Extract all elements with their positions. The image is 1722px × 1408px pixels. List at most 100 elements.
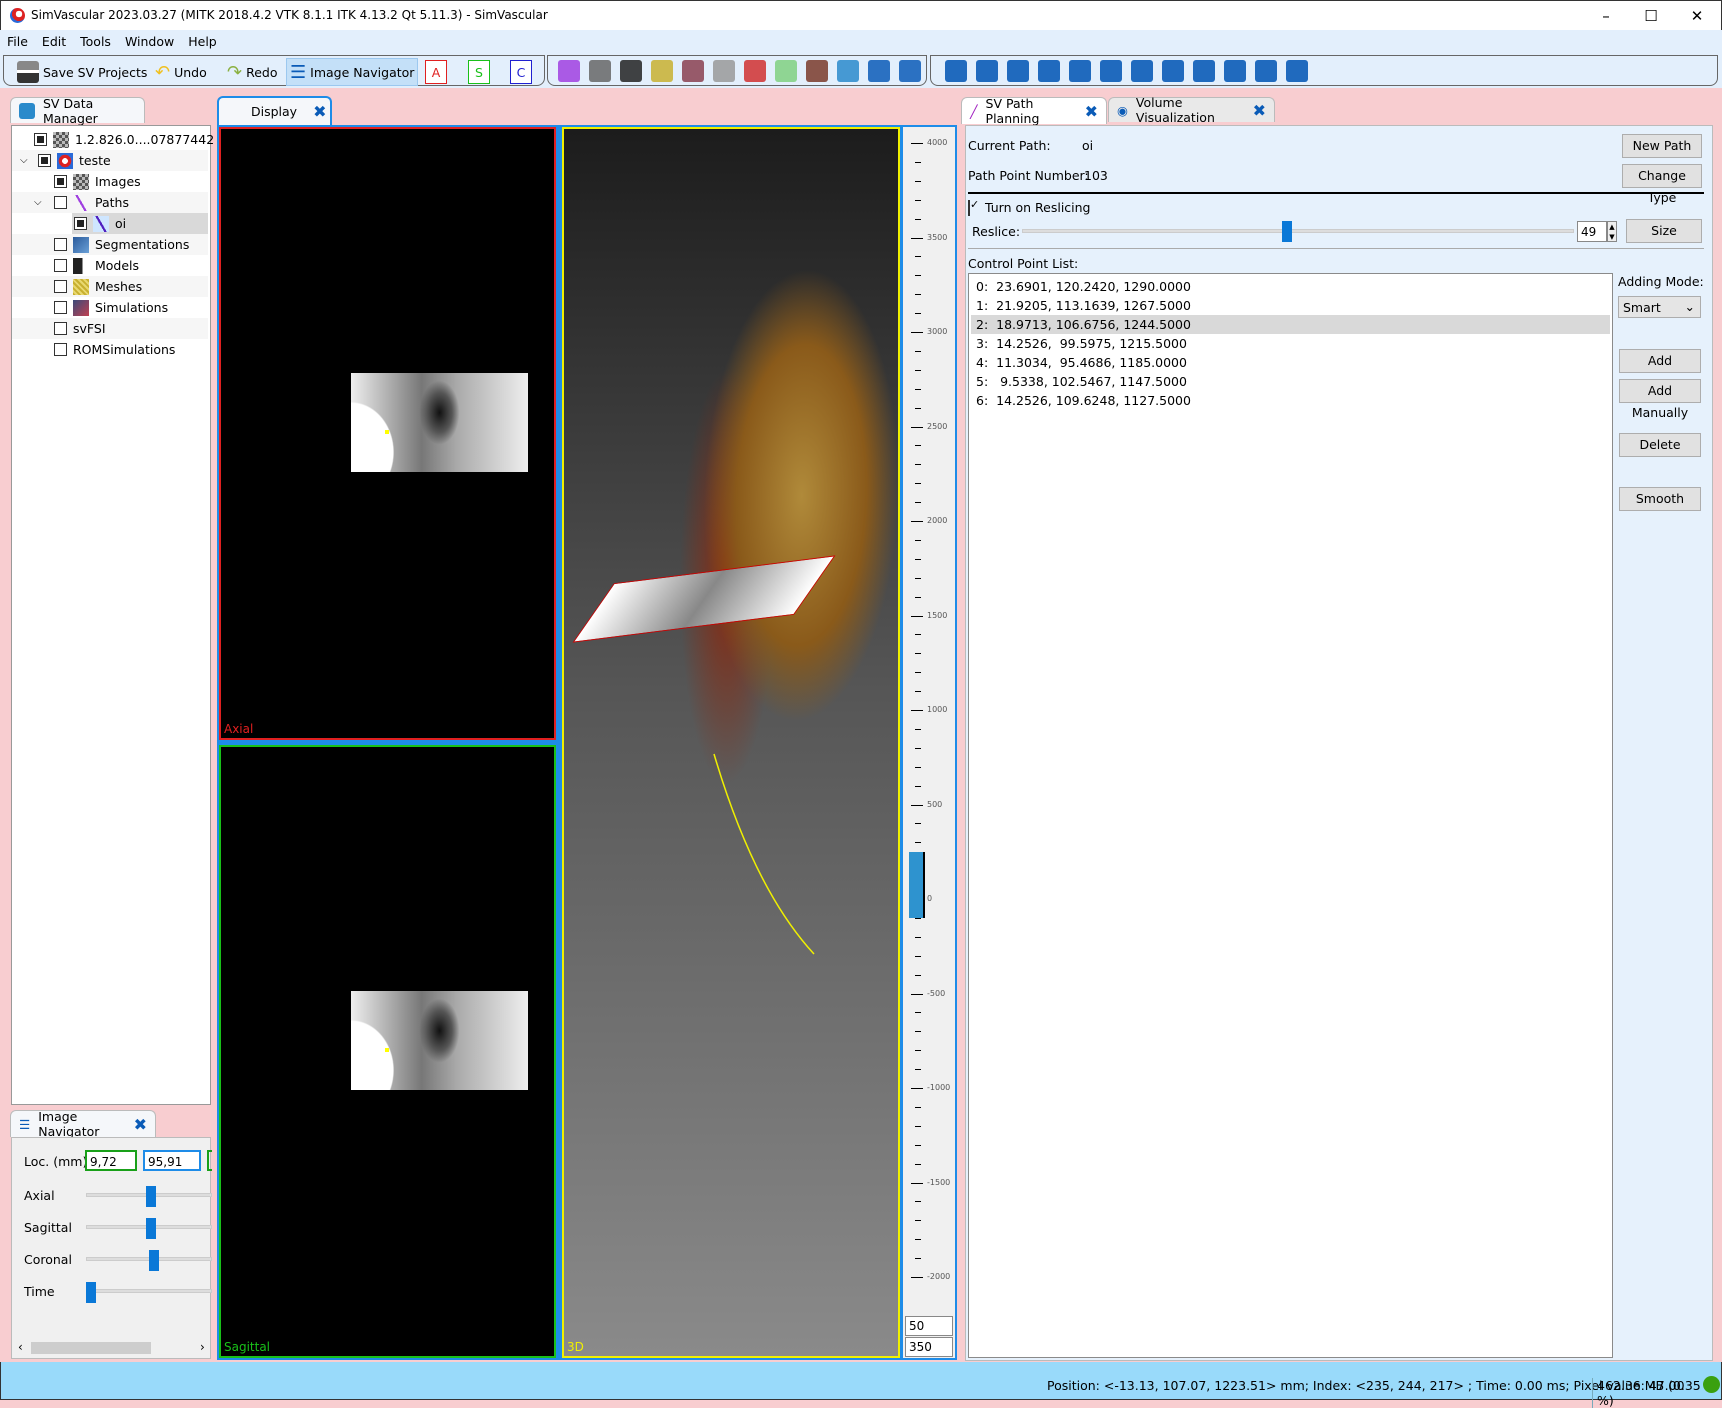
tab-sv-path-planning[interactable]: ╱ SV Path Planning ✖ (961, 96, 1107, 126)
tab-image-navigator[interactable]: ☰ Image Navigator ✖ (10, 1109, 156, 1139)
time-slider-thumb[interactable] (86, 1282, 96, 1303)
zoom-help-icon[interactable] (1069, 60, 1091, 82)
add-button[interactable]: Add (1619, 349, 1701, 373)
menu-edit[interactable]: Edit (35, 30, 73, 49)
horizontal-scrollbar[interactable]: ‹ › (14, 1340, 210, 1356)
tree-item[interactable]: ⌵ teste (12, 150, 208, 171)
menu-help[interactable]: Help (181, 30, 224, 49)
simulation-icon[interactable] (682, 60, 704, 82)
chart-icon[interactable] (1255, 60, 1277, 82)
axial-viewport[interactable]: Axial (219, 127, 556, 740)
level-window-slider[interactable]: 4000 3500 3000 2500 2000 1500 1000 500 0 -500 -100… (903, 127, 955, 1358)
axial-view-button[interactable]: A (425, 60, 447, 84)
tree-item[interactable]: oi (72, 213, 208, 234)
print-icon[interactable] (976, 60, 998, 82)
visibility-checkbox[interactable] (54, 280, 67, 293)
tab-volume-visualization[interactable]: ◉ Volume Visualization ✖ (1108, 95, 1275, 125)
add-manually-button[interactable]: Add Manually (1619, 379, 1701, 420)
control-point-item[interactable]: 0: 23.6901, 120.2420, 1290.0000 (971, 277, 1610, 296)
data-manager-icon[interactable] (837, 60, 859, 82)
help-icon[interactable] (1007, 60, 1029, 82)
tree-item[interactable]: svFSI (12, 318, 208, 339)
visibility-checkbox[interactable] (54, 301, 67, 314)
visibility-checkbox[interactable] (54, 343, 67, 356)
minimize-button[interactable]: – (1586, 5, 1626, 27)
eye-icon[interactable] (1286, 60, 1308, 82)
log-icon[interactable] (1131, 60, 1153, 82)
close-button[interactable]: ✕ (1677, 5, 1717, 27)
sagittal-viewport[interactable]: Sagittal (219, 745, 556, 1358)
scrollbar-thumb[interactable] (31, 1342, 151, 1354)
control-point-item[interactable]: 3: 14.2526, 99.5975, 1215.5000 (971, 334, 1610, 353)
redo-button[interactable]: ↷ Redo (224, 60, 281, 84)
path-icon[interactable] (558, 60, 580, 82)
close-icon[interactable]: ✖ (1253, 101, 1266, 120)
model-icon[interactable] (620, 60, 642, 82)
visibility-checkbox[interactable] (54, 196, 67, 209)
control-point-item[interactable]: 4: 11.3034, 95.4686, 1185.0000 (971, 353, 1610, 372)
archive-icon[interactable] (945, 60, 967, 82)
chevron-down-icon[interactable]: ⌵ (34, 197, 42, 208)
close-icon[interactable]: ✖ (313, 102, 326, 121)
save-projects-button[interactable]: Save SV Projects (14, 60, 150, 84)
adding-mode-select[interactable]: Smart ⌄ (1618, 296, 1701, 318)
control-point-item[interactable]: 5: 9.5338, 102.5467, 1147.5000 (971, 372, 1610, 391)
tree-item[interactable]: ⌵ Paths (12, 192, 208, 213)
coronal-view-button[interactable]: C (510, 60, 532, 84)
tree-item[interactable]: Segmentations (12, 234, 208, 255)
tab-sv-data-manager[interactable]: SV Data Manager (10, 96, 145, 126)
size-button[interactable]: Size (1626, 219, 1702, 243)
tree-item[interactable]: 1.2.826.0....07877442 (12, 129, 214, 150)
visibility-checkbox[interactable] (54, 175, 67, 188)
tree-item[interactable]: ROMSimulations (12, 339, 208, 360)
menu-file[interactable]: File (0, 30, 35, 49)
paint-icon[interactable] (1100, 60, 1122, 82)
window-input[interactable]: 350 (905, 1337, 953, 1357)
sagittal-view-button[interactable]: S (468, 60, 490, 84)
control-point-list[interactable]: 0: 23.6901, 120.2420, 1290.0000 1: 21.920… (968, 273, 1613, 1358)
reslice-spinbox[interactable]: 49 (1577, 221, 1607, 242)
loc-z-input[interactable] (207, 1150, 212, 1171)
control-point-item[interactable]: 1: 21.9205, 113.1639, 1267.5000 (971, 296, 1610, 315)
control-point-item[interactable]: 2: 18.9713, 106.6756, 1244.5000 (971, 315, 1610, 334)
mesh-icon[interactable] (651, 60, 673, 82)
rom-icon[interactable] (744, 60, 766, 82)
time-slider[interactable] (86, 1289, 212, 1293)
tree-item[interactable]: Models (12, 255, 208, 276)
level-input[interactable]: 50 (905, 1316, 953, 1336)
tree-item[interactable]: Simulations (12, 297, 208, 318)
visibility-checkbox[interactable] (38, 154, 51, 167)
scroll-left-icon[interactable]: ‹ (18, 1340, 23, 1354)
change-type-button[interactable]: Change Type (1622, 164, 1702, 205)
tools-icon[interactable] (899, 60, 921, 82)
fsi-icon[interactable] (775, 60, 797, 82)
tab-display[interactable]: Display ✖ (217, 96, 332, 125)
visibility-checkbox[interactable] (54, 259, 67, 272)
level-window-handle[interactable] (909, 852, 925, 918)
close-icon[interactable]: ✖ (1085, 102, 1098, 121)
visibility-checkbox[interactable] (54, 322, 67, 335)
chevron-down-icon[interactable]: ⌵ (20, 155, 28, 166)
reslicing-checkbox[interactable]: ✓ (968, 198, 979, 216)
control-point-item[interactable]: 6: 14.2526, 109.6248, 1127.5000 (971, 391, 1610, 410)
visibility-checkbox[interactable] (74, 217, 87, 230)
delete-button[interactable]: Delete (1619, 433, 1701, 457)
scroll-right-icon[interactable]: › (200, 1340, 205, 1354)
tree-item[interactable]: Meshes (12, 276, 208, 297)
menu-tools[interactable]: Tools (73, 30, 118, 49)
menu-window[interactable]: Window (118, 30, 181, 49)
image-navigator-button[interactable]: ☰ Image Navigator (286, 58, 419, 86)
measure-icon[interactable] (1162, 60, 1184, 82)
smooth-button[interactable]: Smooth (1619, 487, 1701, 511)
loc-x-input[interactable]: 9,72 (85, 1150, 137, 1171)
fork-icon[interactable] (713, 60, 735, 82)
vessel-icon[interactable] (806, 60, 828, 82)
undo-button[interactable]: ↶ Undo (152, 60, 210, 84)
loc-y-input[interactable]: 95,91 (143, 1150, 201, 1171)
visibility-checkbox[interactable] (34, 133, 47, 146)
3d-viewport[interactable]: 3D (562, 127, 900, 1358)
reslice-slider-track[interactable] (1022, 229, 1574, 233)
close-icon[interactable]: ✖ (134, 1115, 147, 1134)
help-box-icon[interactable] (1038, 60, 1060, 82)
new-path-button[interactable]: New Path (1622, 134, 1702, 158)
